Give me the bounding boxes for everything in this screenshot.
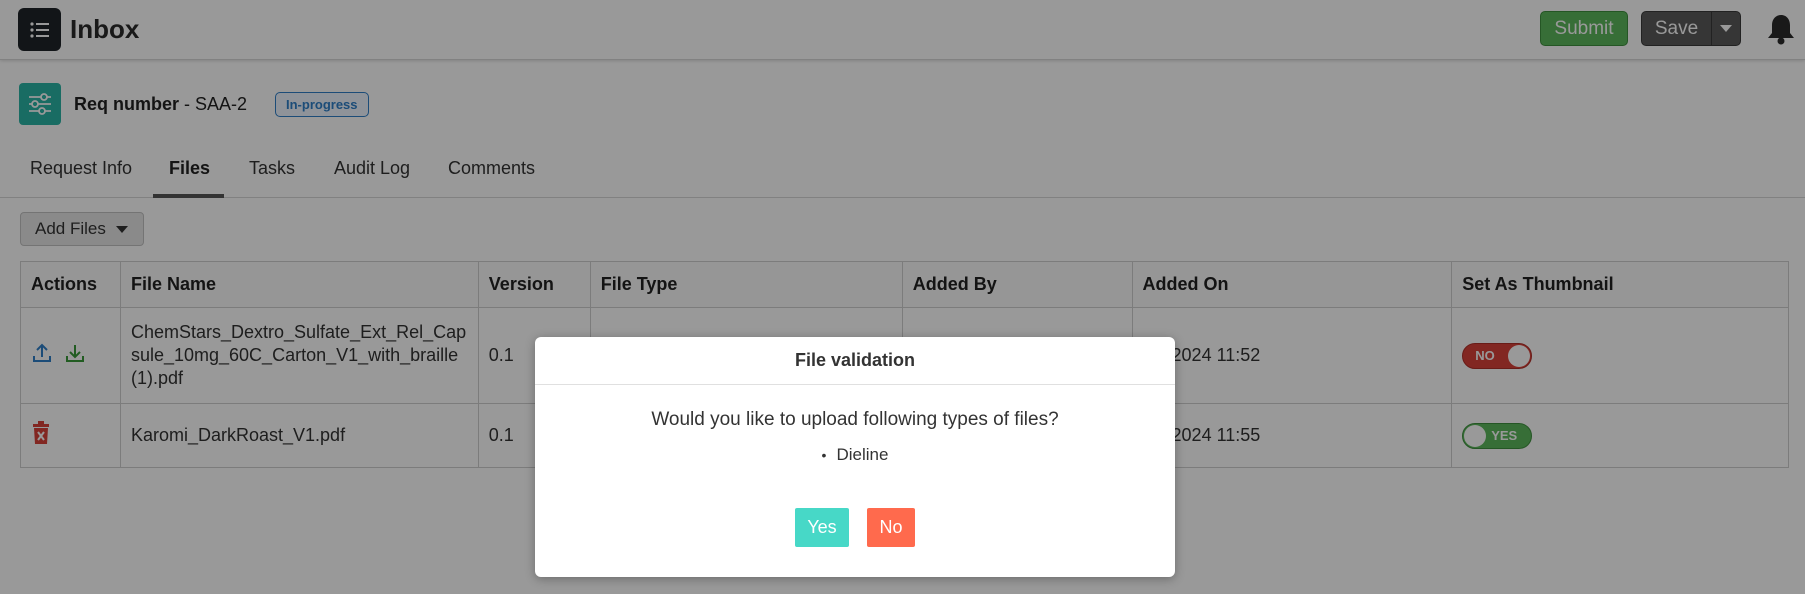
dialog-question: Would you like to upload following types… bbox=[651, 409, 1059, 430]
no-button[interactable]: No bbox=[867, 508, 915, 547]
file-validation-dialog: File validation Would you like to upload… bbox=[535, 337, 1175, 577]
file-type-list: Dieline bbox=[535, 445, 1175, 465]
yes-button[interactable]: Yes bbox=[795, 508, 849, 547]
list-item: Dieline bbox=[822, 445, 888, 465]
dialog-actions: Yes No bbox=[535, 508, 1175, 547]
dialog-title: File validation bbox=[535, 337, 1175, 385]
